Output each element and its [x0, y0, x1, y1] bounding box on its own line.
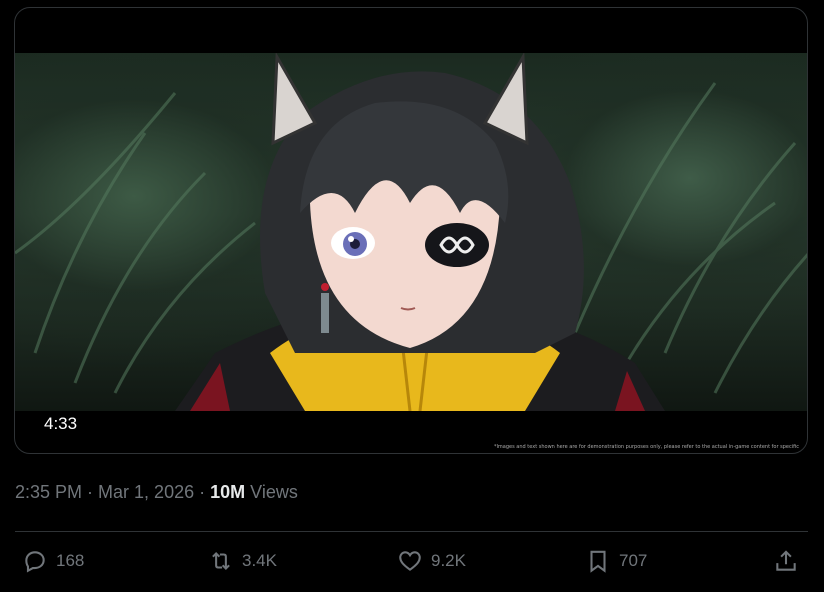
video-duration: 4:33	[44, 414, 78, 433]
like-button[interactable]: 9.2K	[397, 548, 466, 574]
views-count: 10M	[210, 482, 246, 502]
repost-button[interactable]: 3.4K	[208, 548, 277, 574]
video-thumbnail[interactable]	[15, 53, 807, 411]
reply-button[interactable]: 168	[22, 548, 84, 574]
bookmark-icon	[590, 550, 606, 573]
views-label: Views	[250, 482, 298, 502]
share-icon	[776, 550, 796, 571]
anime-character-illustration	[15, 53, 807, 411]
video-disclaimer: *Images and text shown here are for demo…	[493, 444, 799, 450]
reply-icon	[25, 551, 45, 573]
divider	[15, 531, 808, 532]
action-bar: 168 3.4K 9.2K 707	[0, 548, 824, 582]
tweet-date[interactable]: Mar 1, 2026	[98, 482, 194, 502]
tweet-meta: 2:35 PM · Mar 1, 2026 · 10M Views	[15, 482, 298, 503]
tweet-time[interactable]: 2:35 PM	[15, 482, 82, 502]
share-button[interactable]	[773, 548, 799, 574]
meta-separator: ·	[82, 482, 99, 502]
meta-separator: ·	[194, 482, 211, 502]
reply-count: 168	[56, 551, 85, 570]
video-media-card[interactable]: 4:33 *Images and text shown here are for…	[14, 7, 808, 454]
repost-count: 3.4K	[242, 551, 277, 570]
bookmark-count: 707	[619, 551, 648, 570]
like-icon	[399, 551, 421, 571]
bookmark-button[interactable]: 707	[585, 548, 647, 574]
repost-icon	[212, 551, 230, 571]
like-count: 9.2K	[431, 551, 466, 570]
